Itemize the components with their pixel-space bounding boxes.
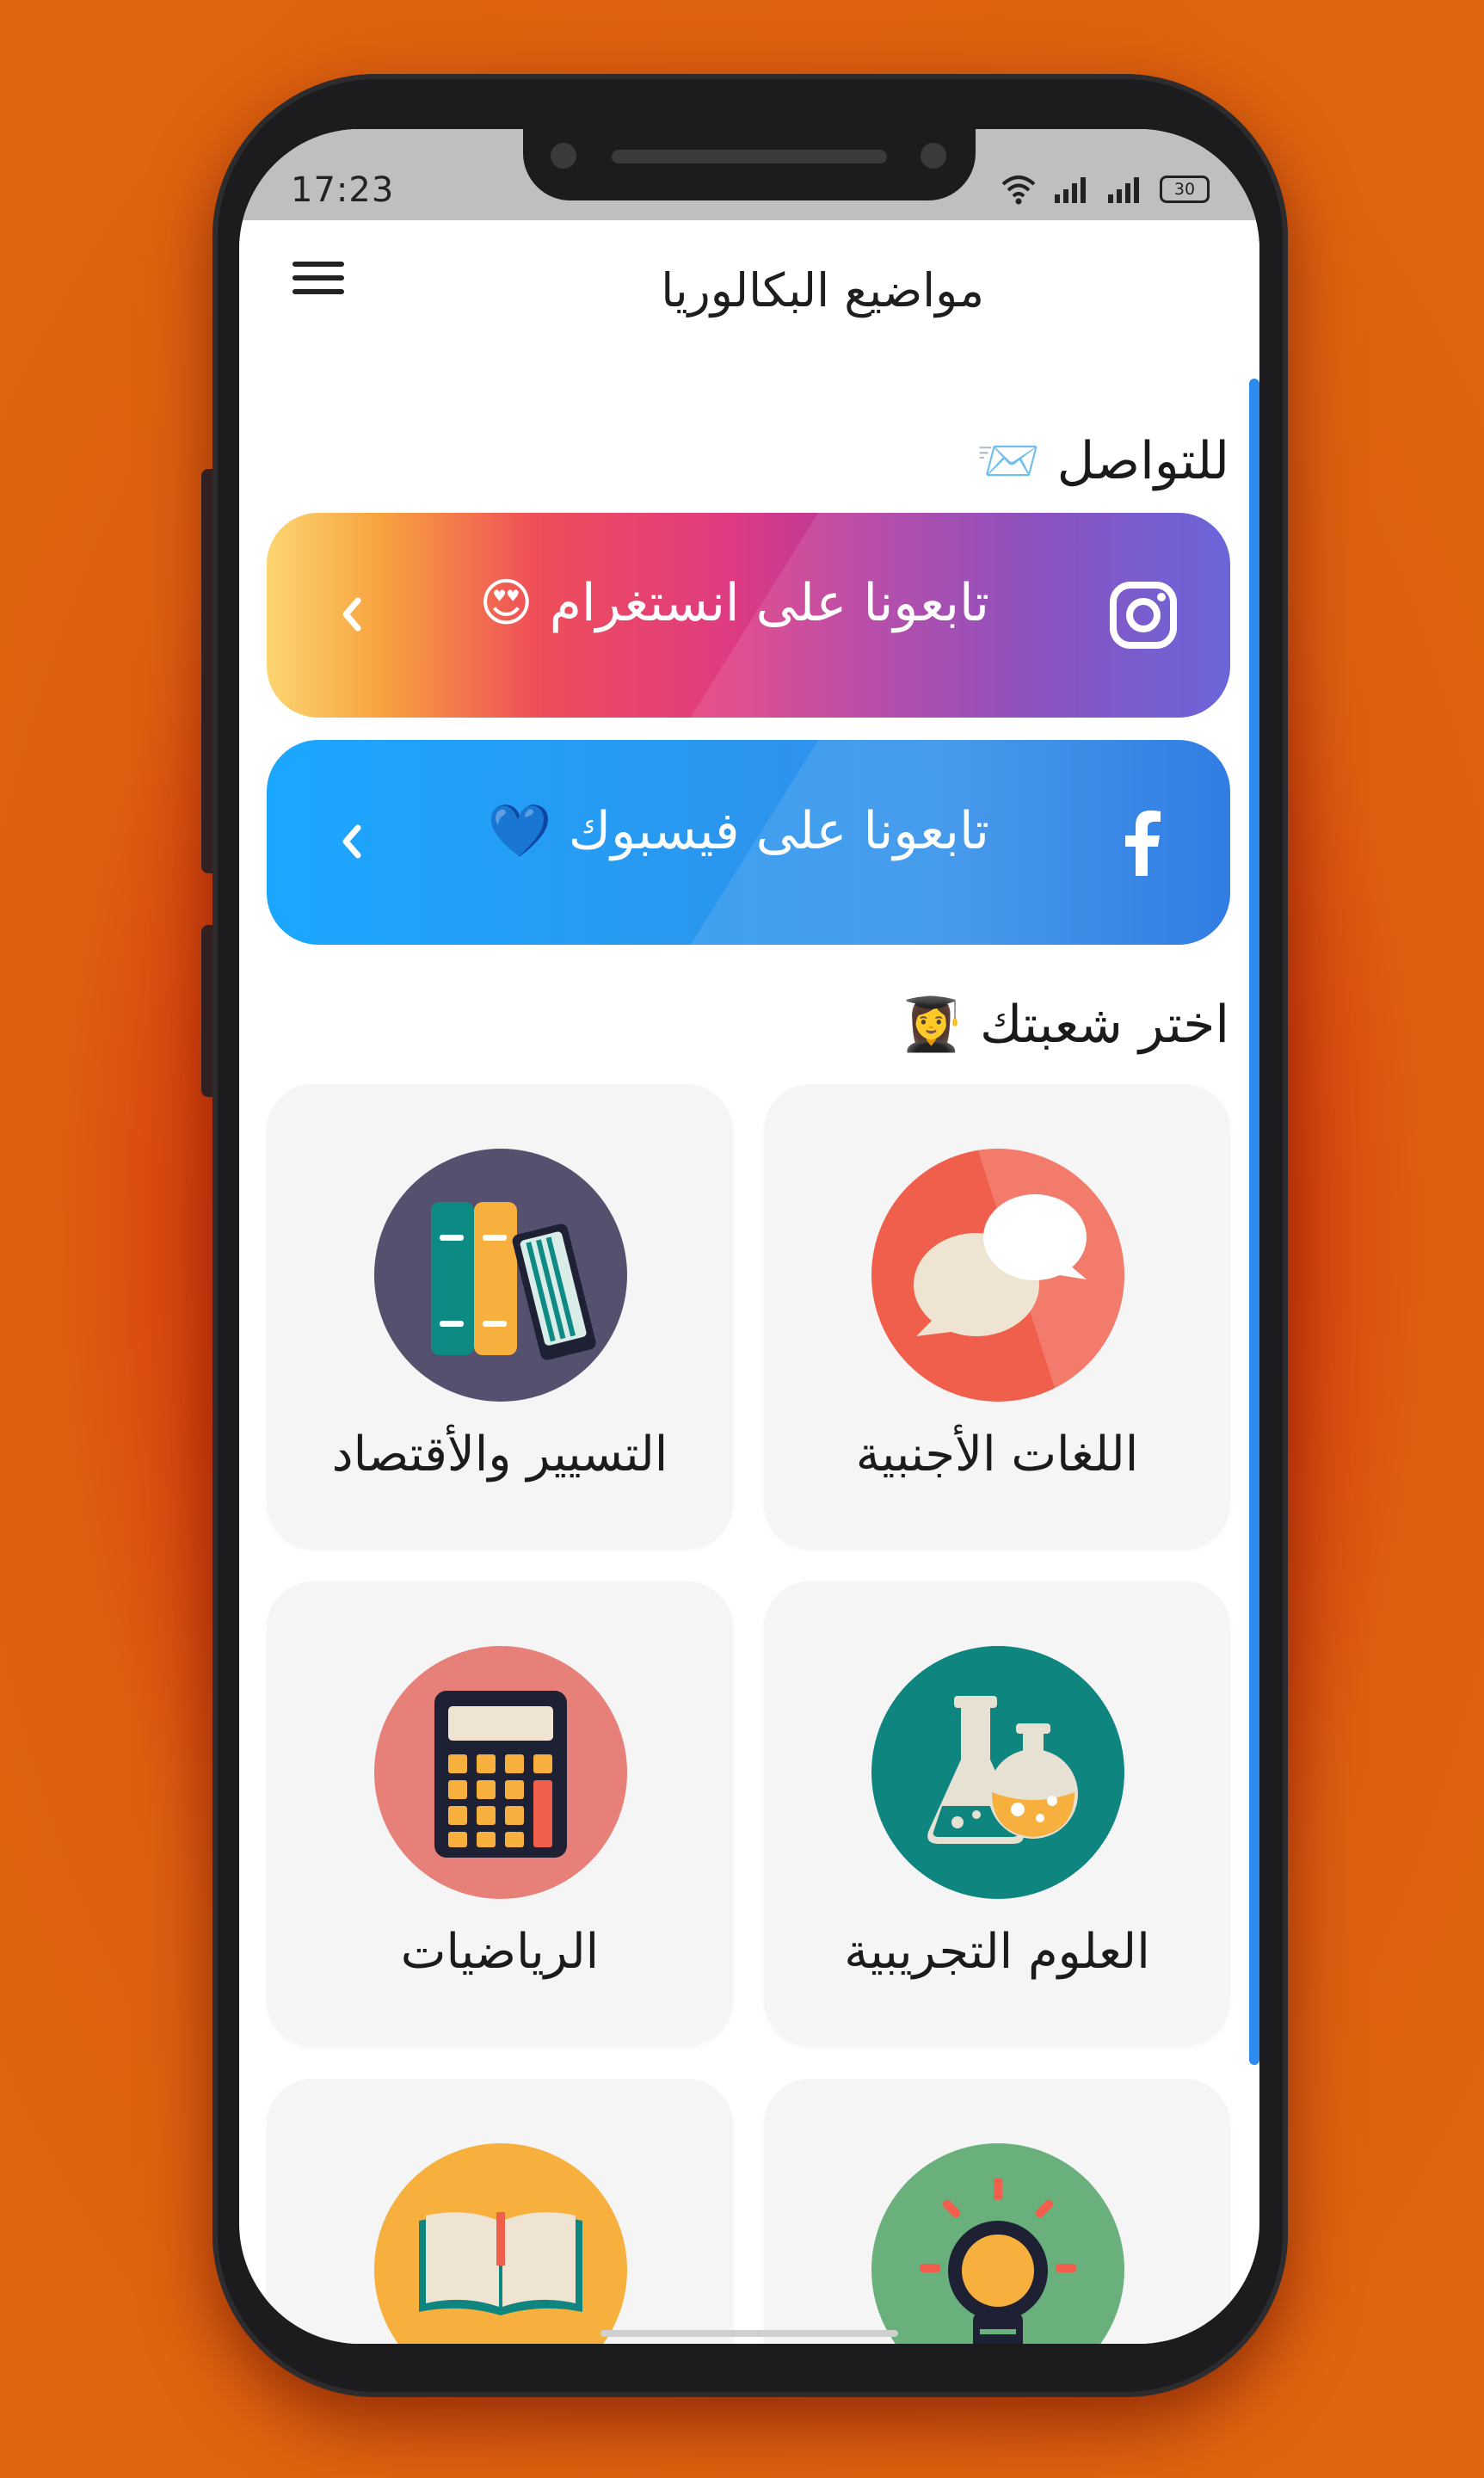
flasks-icon bbox=[871, 1646, 1124, 1899]
speaker-grille bbox=[612, 150, 887, 163]
hamburger-menu-icon[interactable] bbox=[287, 253, 349, 315]
status-time: 17:23 bbox=[291, 170, 395, 210]
books-icon bbox=[374, 1149, 627, 1402]
camera-dot-left bbox=[551, 143, 576, 169]
card-experimental-sciences[interactable]: العلوم التجريبية bbox=[764, 1581, 1230, 2046]
facebook-icon bbox=[1125, 811, 1161, 876]
card-philosophy[interactable] bbox=[764, 2079, 1230, 2344]
facebook-banner[interactable]: تابعونا على فيسبوك 💙 bbox=[267, 740, 1230, 945]
card-label: الرياضيات bbox=[400, 1924, 600, 1980]
card-label: اللغات الأجنبية bbox=[855, 1427, 1139, 1482]
app-toolbar: مواضيع البكالوريا bbox=[239, 220, 1259, 341]
chevron-left-icon bbox=[342, 597, 361, 632]
instagram-banner[interactable]: تابعونا على انستغرام 😍 bbox=[267, 513, 1230, 718]
branch-section-title: اختر شعبتك 👩‍🎓 bbox=[899, 995, 1229, 1055]
card-foreign-languages[interactable]: اللغات الأجنبية bbox=[764, 1084, 1230, 1549]
calculator-icon bbox=[374, 1646, 627, 1899]
status-bar: 17:23 30 bbox=[239, 129, 1259, 220]
screen: 17:23 30 مواضيع البكالوريا للتواصل 📨 تاب… bbox=[239, 129, 1259, 2344]
facebook-label: تابعونا على فيسبوك 💙 bbox=[487, 801, 989, 861]
contact-section-title: للتواصل 📨 bbox=[976, 431, 1229, 491]
card-label: العلوم التجريبية bbox=[844, 1924, 1150, 1980]
wifi-icon bbox=[1001, 176, 1036, 205]
page-title: مواضيع البكالوريا bbox=[661, 263, 984, 317]
chevron-left-icon bbox=[342, 824, 361, 859]
camera-dot-right bbox=[921, 143, 946, 169]
card-literature[interactable] bbox=[267, 2079, 733, 2344]
status-icons: 30 bbox=[1000, 174, 1210, 205]
lightbulb-icon bbox=[871, 2143, 1124, 2344]
speech-bubbles-icon bbox=[871, 1149, 1124, 1402]
card-mathematics[interactable]: الرياضيات bbox=[267, 1581, 733, 2046]
signal-icon-2 bbox=[1108, 177, 1139, 203]
scrollbar[interactable] bbox=[1249, 379, 1259, 2065]
instagram-label: تابعونا على انستغرام 😍 bbox=[479, 573, 989, 633]
home-indicator[interactable] bbox=[600, 2330, 898, 2337]
notch bbox=[523, 129, 976, 200]
open-book-icon bbox=[374, 2143, 627, 2344]
card-economy[interactable]: التسيير والأقتصاد bbox=[267, 1084, 733, 1549]
instagram-icon bbox=[1110, 582, 1177, 649]
card-label: التسيير والأقتصاد bbox=[331, 1427, 668, 1482]
battery-icon: 30 bbox=[1160, 176, 1210, 203]
signal-icon bbox=[1055, 177, 1086, 203]
